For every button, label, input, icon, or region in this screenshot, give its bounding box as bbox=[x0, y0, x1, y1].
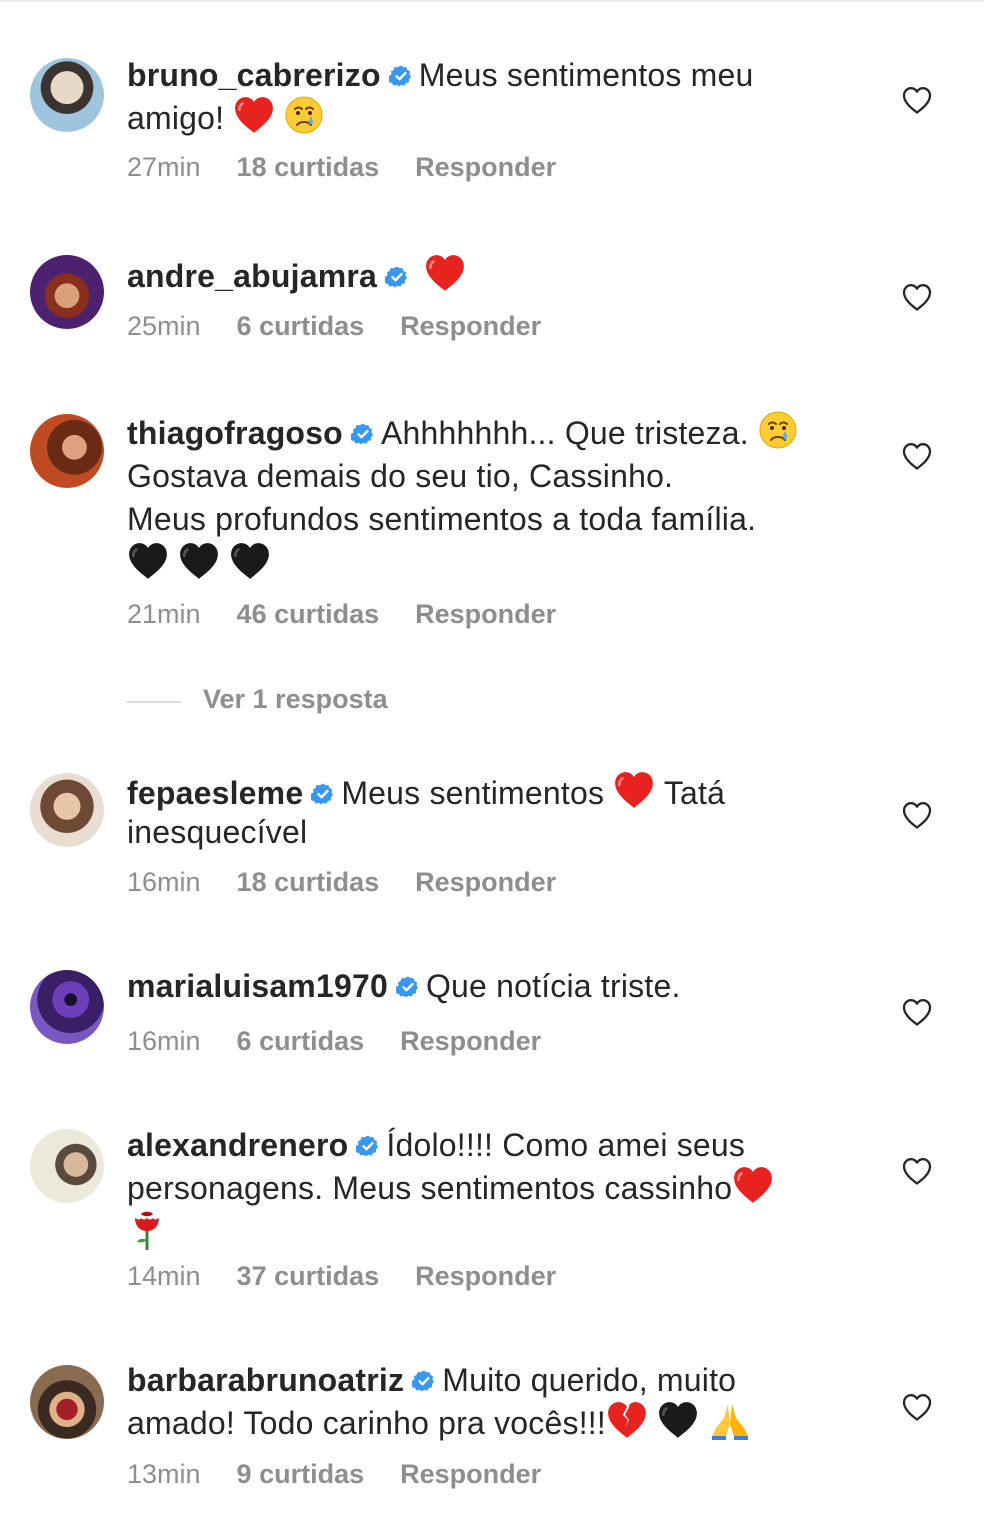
comment-time: 16min bbox=[127, 867, 201, 897]
comment-body-line2: inesquecível bbox=[127, 814, 308, 850]
like-heart-icon[interactable] bbox=[901, 800, 933, 830]
crying-face-emoji-icon bbox=[758, 410, 798, 450]
verified-badge-icon bbox=[396, 975, 420, 999]
comment-body-line2: Gostava demais do seu tio, Cassinho. bbox=[127, 458, 674, 494]
avatar[interactable] bbox=[30, 970, 104, 1044]
username[interactable]: thiagofragoso bbox=[127, 415, 343, 451]
comment-meta: 27min 18 curtidas Responder bbox=[127, 152, 592, 183]
comment-meta: 25min 6 curtidas Responder bbox=[127, 311, 577, 342]
likes-count[interactable]: 6 curtidas bbox=[237, 1026, 365, 1056]
like-heart-icon[interactable] bbox=[901, 282, 933, 312]
verified-badge-icon bbox=[389, 64, 413, 88]
verified-badge-icon bbox=[356, 1134, 380, 1158]
reply-button[interactable]: Responder bbox=[400, 1459, 541, 1489]
username[interactable]: barbarabrunoatriz bbox=[127, 1362, 404, 1398]
like-heart-icon[interactable] bbox=[901, 1392, 933, 1422]
reply-button[interactable]: Responder bbox=[400, 1026, 541, 1056]
comment-text: alexandrenero Ídolo!!!! Como amei seus pe… bbox=[127, 1126, 847, 1255]
black-heart-emoji-icon bbox=[178, 541, 220, 581]
avatar[interactable] bbox=[30, 1129, 104, 1203]
black-heart-emoji-icon bbox=[127, 541, 169, 581]
likes-count[interactable]: 6 curtidas bbox=[237, 311, 365, 341]
likes-count[interactable]: 37 curtidas bbox=[237, 1261, 380, 1291]
reply-button[interactable]: Responder bbox=[415, 599, 556, 629]
avatar[interactable] bbox=[30, 773, 104, 847]
folded-hands-emoji-icon bbox=[708, 1400, 752, 1440]
comment-body: Meus sentimentos bbox=[341, 775, 605, 811]
avatar[interactable] bbox=[30, 255, 104, 329]
likes-count[interactable]: 18 curtidas bbox=[237, 867, 380, 897]
comment-meta: 14min 37 curtidas Responder bbox=[127, 1261, 592, 1292]
crying-face-emoji-icon bbox=[284, 95, 324, 135]
view-replies-label[interactable]: Ver 1 resposta bbox=[203, 684, 388, 715]
black-heart-emoji-icon bbox=[229, 541, 271, 581]
username[interactable]: alexandrenero bbox=[127, 1127, 348, 1163]
username[interactable]: fepaesleme bbox=[127, 775, 303, 811]
reply-button[interactable]: Responder bbox=[415, 867, 556, 897]
comment-body-line2: personagens. Meus sentimentos cassinho bbox=[127, 1170, 733, 1206]
comment-text: bruno_cabrerizo Meus sentimentos meu amig… bbox=[127, 56, 847, 138]
comment-body-line2: amado! Todo carinho pra vocês!!! bbox=[127, 1405, 606, 1441]
comment-time: 27min bbox=[127, 152, 201, 182]
reply-button[interactable]: Responder bbox=[415, 1261, 556, 1291]
avatar[interactable] bbox=[30, 414, 104, 488]
avatar[interactable] bbox=[30, 1365, 104, 1439]
red-heart-emoji-icon bbox=[233, 95, 275, 135]
red-heart-emoji-icon bbox=[732, 1165, 774, 1205]
reply-button[interactable]: Responder bbox=[400, 311, 541, 341]
comment-text: andre_abujamra bbox=[127, 253, 847, 296]
likes-count[interactable]: 18 curtidas bbox=[237, 152, 380, 182]
comment-text: thiagofragoso Ahhhhhhh... Que tristeza. G… bbox=[127, 410, 847, 586]
comment-body: Ídolo!!!! Como amei seus bbox=[386, 1127, 746, 1163]
like-heart-icon[interactable] bbox=[901, 441, 933, 471]
verified-badge-icon bbox=[385, 265, 409, 289]
red-heart-emoji-icon bbox=[424, 253, 466, 293]
comment-text: barbarabrunoatriz Muito querido, muito am… bbox=[127, 1361, 847, 1443]
red-heart-emoji-icon bbox=[613, 770, 655, 810]
like-heart-icon[interactable] bbox=[901, 85, 933, 115]
like-heart-icon[interactable] bbox=[901, 997, 933, 1027]
black-heart-emoji-icon bbox=[657, 1400, 699, 1440]
comment-time: 16min bbox=[127, 1026, 201, 1056]
comment-text: marialuisam1970 Que notícia triste. bbox=[127, 967, 847, 1006]
verified-badge-icon bbox=[412, 1369, 436, 1393]
comment-meta: 16min 6 curtidas Responder bbox=[127, 1026, 577, 1057]
comment-time: 21min bbox=[127, 599, 201, 629]
username[interactable]: andre_abujamra bbox=[127, 258, 377, 294]
comment-meta: 13min 9 curtidas Responder bbox=[127, 1459, 577, 1490]
comment-body-line2: amigo! bbox=[127, 100, 225, 136]
comment-time: 25min bbox=[127, 311, 201, 341]
replies-divider bbox=[127, 701, 181, 703]
reply-button[interactable]: Responder bbox=[415, 152, 556, 182]
comment-body: Meus sentimentos meu bbox=[418, 57, 754, 93]
username[interactable]: marialuisam1970 bbox=[127, 968, 388, 1004]
rose-emoji-icon bbox=[127, 1208, 167, 1252]
comment-meta: 16min 18 curtidas Responder bbox=[127, 867, 592, 898]
comment-text: fepaesleme Meus sentimentos Tatá inesquec… bbox=[127, 770, 847, 852]
comment-body-line3: Meus profundos sentimentos a toda famíli… bbox=[127, 501, 757, 537]
comment-body: Muito querido, muito bbox=[442, 1362, 737, 1398]
top-divider bbox=[0, 0, 984, 2]
comment-body-after: Tatá bbox=[663, 775, 726, 811]
comment-body: Que notícia triste. bbox=[425, 968, 681, 1004]
like-heart-icon[interactable] bbox=[901, 1156, 933, 1186]
verified-badge-icon bbox=[351, 422, 375, 446]
avatar[interactable] bbox=[30, 58, 104, 132]
username[interactable]: bruno_cabrerizo bbox=[127, 57, 381, 93]
comment-body: Ahhhhhhh... Que tristeza. bbox=[380, 415, 749, 451]
likes-count[interactable]: 9 curtidas bbox=[237, 1459, 365, 1489]
comment-meta: 21min 46 curtidas Responder bbox=[127, 599, 592, 630]
likes-count[interactable]: 46 curtidas bbox=[237, 599, 380, 629]
broken-heart-emoji-icon bbox=[606, 1400, 648, 1440]
comment-time: 13min bbox=[127, 1459, 201, 1489]
comment-time: 14min bbox=[127, 1261, 201, 1291]
verified-badge-icon bbox=[311, 782, 335, 806]
